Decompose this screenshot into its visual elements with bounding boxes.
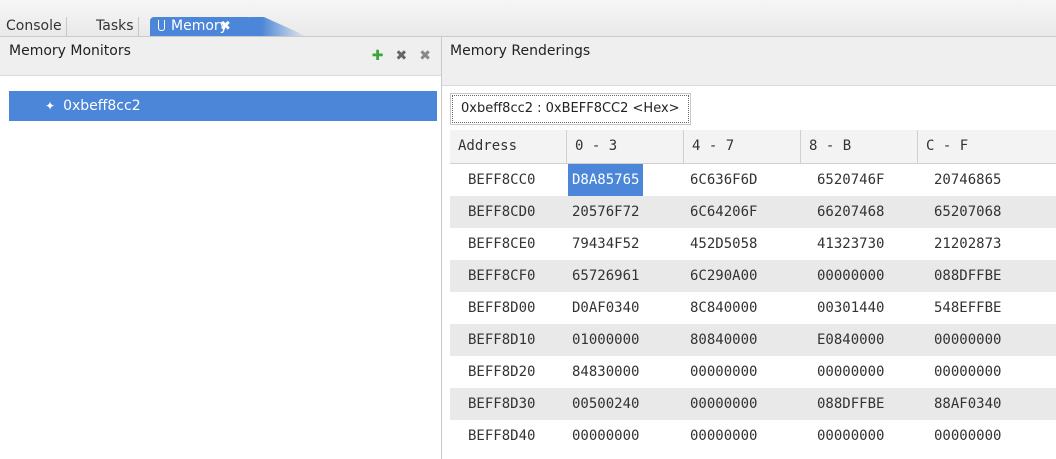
column-header-c-f[interactable]: C - F bbox=[917, 130, 1034, 163]
pane-title: Memory Monitors bbox=[9, 43, 131, 59]
address-cell: BEFF8CF0 bbox=[468, 268, 536, 284]
memory-renderings-pane: Memory Renderings 0xbeff8cc2 : 0xBEFF8CC… bbox=[442, 37, 1056, 459]
table-row: BEFF8CF0 65726961 6C290A00 00000000 088DFFBE bbox=[450, 260, 1056, 292]
tab-console[interactable]: Console bbox=[2, 17, 67, 36]
memory-value-cell[interactable]: 6C290A00 bbox=[690, 260, 757, 292]
remove-monitor-icon[interactable]: ✖ bbox=[396, 49, 408, 63]
memory-value-cell[interactable]: 00000000 bbox=[572, 420, 639, 452]
memory-value-cell[interactable]: 00000000 bbox=[690, 388, 757, 420]
table-body: BEFF8CC0 D8A85765 6C636F6D 6520746F 20746865… bbox=[450, 164, 1056, 452]
memory-value-cell[interactable]: 452D5058 bbox=[690, 228, 757, 260]
memory-value-cell[interactable]: E0840000 bbox=[817, 324, 884, 356]
remove-all-icon[interactable]: ✖ bbox=[419, 49, 431, 63]
memory-value-cell[interactable]: 00000000 bbox=[934, 356, 1001, 388]
table-row: BEFF8CD0 20576F72 6C64206F 66207468 65207068 bbox=[450, 196, 1056, 228]
memory-value-cell[interactable]: D0AF0340 bbox=[572, 292, 639, 324]
pane-title: Memory Renderings bbox=[450, 43, 591, 59]
column-header-0-3[interactable]: 0 - 3 bbox=[566, 130, 683, 163]
memory-value-cell[interactable]: 00000000 bbox=[934, 324, 1001, 356]
table-row: BEFF8D30 00500240 00000000 088DFFBE 88AF0340 bbox=[450, 388, 1056, 420]
memory-table: Address 0 - 3 4 - 7 8 - B C - F BEFF8CC0… bbox=[450, 130, 1056, 452]
table-row: BEFF8CC0 D8A85765 6C636F6D 6520746F 20746865 bbox=[450, 164, 1056, 196]
memory-value-cell[interactable]: 20576F72 bbox=[572, 196, 639, 228]
table-row: BEFF8D00 D0AF0340 8C840000 00301440 548EFFBE bbox=[450, 292, 1056, 324]
memory-value-cell[interactable]: 88AF0340 bbox=[934, 388, 1001, 420]
address-cell: BEFF8CD0 bbox=[468, 204, 536, 220]
tab-label: Console bbox=[6, 18, 62, 34]
memory-value-cell[interactable]: 6520746F bbox=[817, 164, 884, 196]
address-cell: BEFF8D40 bbox=[468, 428, 536, 444]
memory-value-cell[interactable]: 84830000 bbox=[572, 356, 639, 388]
memory-value-cell[interactable]: 548EFFBE bbox=[934, 292, 1001, 324]
memory-monitors-header: Memory Monitors ✚ ✖ ✖ bbox=[0, 37, 441, 76]
memory-value-cell[interactable]: 00000000 bbox=[817, 420, 884, 452]
memory-value-cell[interactable]: 00500240 bbox=[572, 388, 639, 420]
address-cell: BEFF8D20 bbox=[468, 364, 536, 380]
address-cell: BEFF8D00 bbox=[468, 300, 536, 316]
address-cell: BEFF8CE0 bbox=[468, 236, 536, 252]
memory-value-cell[interactable]: 00301440 bbox=[817, 292, 884, 324]
table-header: Address 0 - 3 4 - 7 8 - B C - F bbox=[450, 130, 1056, 164]
memory-value-cell[interactable]: 088DFFBE bbox=[817, 388, 884, 420]
monitor-tree-item[interactable]: ✦ 0xbeff8cc2 bbox=[9, 91, 437, 121]
table-row: BEFF8CE0 79434F52 452D5058 41323730 21202873 bbox=[450, 228, 1056, 260]
memory-value-cell[interactable]: 65726961 bbox=[572, 260, 639, 292]
column-header-address[interactable]: Address bbox=[450, 130, 566, 163]
memory-value-cell[interactable]: 41323730 bbox=[817, 228, 884, 260]
close-icon[interactable]: ✖ bbox=[220, 17, 231, 36]
memory-value-cell[interactable]: 6C636F6D bbox=[690, 164, 757, 196]
memory-renderings-header: Memory Renderings bbox=[442, 37, 1056, 86]
table-row: BEFF8D20 84830000 00000000 00000000 00000000 bbox=[450, 356, 1056, 388]
view-tab-bar: Console Tasks Memory ✖ bbox=[0, 0, 1056, 37]
table-row: BEFF8D10 01000000 80840000 E0840000 00000000 bbox=[450, 324, 1056, 356]
tab-edge-decoration bbox=[250, 17, 306, 36]
memory-value-cell[interactable]: D8A85765 bbox=[568, 164, 644, 196]
memory-value-cell[interactable]: 20746865 bbox=[934, 164, 1001, 196]
add-monitor-icon[interactable]: ✚ bbox=[372, 49, 384, 63]
memory-value-cell[interactable]: 6C64206F bbox=[690, 196, 757, 228]
column-header-4-7[interactable]: 4 - 7 bbox=[683, 130, 800, 163]
tab-label: Tasks bbox=[96, 18, 134, 34]
memory-value-cell[interactable]: 79434F52 bbox=[572, 228, 639, 260]
monitor-toolbar: ✚ ✖ ✖ bbox=[372, 49, 431, 63]
memory-value-cell[interactable]: 01000000 bbox=[572, 324, 639, 356]
address-cell: BEFF8CC0 bbox=[468, 172, 536, 188]
tab-memory[interactable]: Memory ✖ bbox=[150, 17, 258, 36]
monitor-item-icon: ✦ bbox=[45, 99, 56, 113]
memory-value-cell[interactable]: 00000000 bbox=[690, 356, 757, 388]
memory-value-cell[interactable]: 00000000 bbox=[934, 420, 1001, 452]
tab-tasks[interactable]: Tasks bbox=[92, 17, 139, 36]
column-header-8-b[interactable]: 8 - B bbox=[800, 130, 917, 163]
table-row: BEFF8D40 00000000 00000000 00000000 00000000 bbox=[450, 420, 1056, 452]
memory-icon bbox=[158, 20, 165, 31]
address-cell: BEFF8D30 bbox=[468, 396, 536, 412]
memory-value-cell[interactable]: 65207068 bbox=[934, 196, 1001, 228]
memory-value-cell[interactable]: 8C840000 bbox=[690, 292, 757, 324]
memory-value-cell[interactable]: 80840000 bbox=[690, 324, 757, 356]
memory-value-cell[interactable]: 00000000 bbox=[690, 420, 757, 452]
memory-value-cell[interactable]: 00000000 bbox=[817, 260, 884, 292]
monitor-item-label: 0xbeff8cc2 bbox=[63, 98, 141, 114]
rendering-tab[interactable]: 0xbeff8cc2 : 0xBEFF8CC2 <Hex> bbox=[450, 93, 691, 125]
memory-value-cell[interactable]: 66207468 bbox=[817, 196, 884, 228]
memory-value-cell[interactable]: 21202873 bbox=[934, 228, 1001, 260]
address-cell: BEFF8D10 bbox=[468, 332, 536, 348]
memory-value-cell[interactable]: 088DFFBE bbox=[934, 260, 1001, 292]
memory-monitors-pane: Memory Monitors ✚ ✖ ✖ ✦ 0xbeff8cc2 bbox=[0, 37, 442, 459]
memory-value-cell[interactable]: 00000000 bbox=[817, 356, 884, 388]
